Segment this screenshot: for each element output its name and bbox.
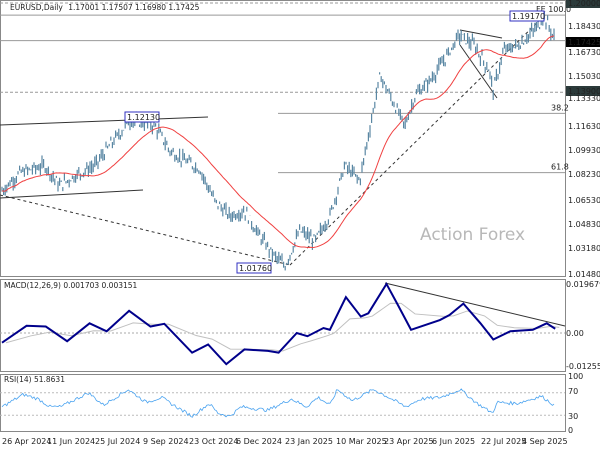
price-tick-label: 1.09930 bbox=[568, 146, 600, 155]
macd-tick-label: 0.019679 bbox=[566, 280, 600, 289]
price-tick-label: 1.15030 bbox=[568, 72, 600, 81]
trend-line bbox=[0, 194, 291, 266]
rsi-tick-label: 100 bbox=[568, 372, 583, 381]
rsi-title: RSI(14) 51.8631 bbox=[4, 375, 65, 384]
trend-line bbox=[384, 282, 566, 327]
trend-line bbox=[0, 189, 144, 199]
rsi-tick-label: 0 bbox=[568, 426, 573, 435]
price-tick-label: 1.03180 bbox=[568, 244, 600, 253]
macd-line bbox=[1, 281, 556, 366]
price-tick-label: 1.16730 bbox=[568, 48, 600, 57]
watermark: Action Forex bbox=[420, 225, 525, 245]
price-tick-label: 1.20000 bbox=[568, 0, 600, 8]
level-label: 61.8 bbox=[551, 163, 569, 172]
moving-average-line bbox=[1, 35, 555, 248]
date-tick-label: 10 Mar 2025 bbox=[336, 437, 387, 446]
price-tick-label: 1.11630 bbox=[568, 122, 600, 131]
date-tick-label: 23 Jan 2025 bbox=[285, 437, 333, 446]
symbol-title: EURUSD,Daily 1.17001 1.17507 1.16980 1.1… bbox=[10, 3, 200, 12]
date-tick-label: 26 Apr 2024 bbox=[2, 437, 51, 446]
date-tick-label: 6 Dec 2024 bbox=[236, 437, 282, 446]
price-tick-label: 1.13330 bbox=[568, 94, 600, 103]
price-tick-label: 1.04830 bbox=[568, 220, 600, 229]
macd-tick-label: 0.00 bbox=[566, 329, 584, 338]
date-tick-label: 6 Jun 2025 bbox=[432, 437, 475, 446]
price-tick-label: 1.08230 bbox=[568, 170, 600, 179]
price-label: 1.01760 bbox=[239, 264, 272, 273]
trend-line bbox=[0, 116, 209, 126]
trend-line bbox=[459, 29, 503, 39]
date-tick-label: 25 Jul 2024 bbox=[95, 437, 140, 446]
date-tick-label: 23 Oct 2024 bbox=[189, 437, 238, 446]
price-label: 1.12130 bbox=[127, 113, 160, 122]
date-tick-label: 22 Jul 2025 bbox=[481, 437, 526, 446]
macd-title: MACD(12,26,9) 0.001703 0.003151 bbox=[4, 281, 138, 290]
level-label: 38.2 bbox=[551, 103, 569, 112]
rsi-tick-label: 30 bbox=[568, 412, 578, 421]
price-label: 1.19170 bbox=[512, 12, 545, 21]
date-tick-label: 23 Apr 2025 bbox=[384, 437, 433, 446]
rsi-tick-label: 70 bbox=[568, 387, 578, 396]
macd-signal-line bbox=[5, 302, 560, 352]
date-tick-label: 9 Sep 2024 bbox=[143, 437, 189, 446]
trend-line bbox=[459, 44, 498, 99]
macd-tick-label: -0.012552 bbox=[566, 362, 600, 371]
price-tick-label: 1.18430 bbox=[568, 22, 600, 31]
rsi-panel bbox=[0, 374, 566, 432]
price-tick-label: 1.06530 bbox=[568, 196, 600, 205]
price-tick-label: 1.17425 bbox=[568, 38, 600, 47]
eurusd-chart: FE 100.038.261.81.191701.121301.01760 1.… bbox=[0, 0, 600, 446]
date-tick-label: 4 Sep 2025 bbox=[522, 437, 568, 446]
price-tick-label: 1.01480 bbox=[568, 270, 600, 279]
date-tick-label: 11 Jun 2024 bbox=[47, 437, 95, 446]
